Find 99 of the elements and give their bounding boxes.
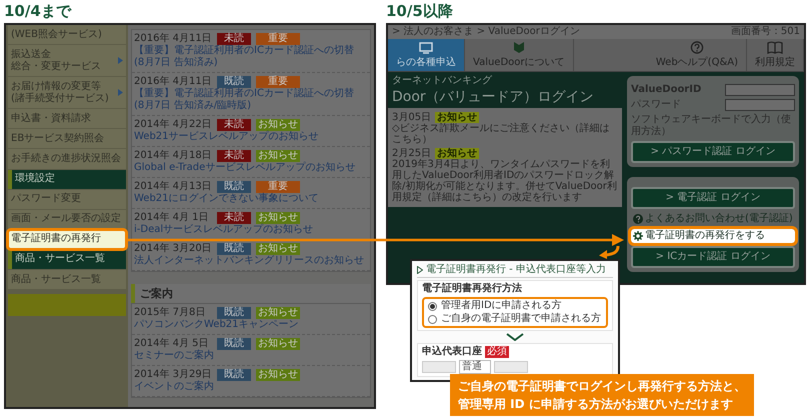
category-badge: お知らせ	[256, 243, 300, 255]
triangle-icon	[118, 57, 123, 64]
news-link[interactable]: 【重要】電子認証利用者のICカード認証への切替	[134, 45, 368, 57]
radio-option[interactable]: 管理者用IDに申請される方	[428, 300, 602, 312]
read-status-badge: 既読	[217, 243, 251, 255]
sidebar-item[interactable]: 画面・メール要否の設定	[8, 210, 126, 229]
sidebar-item[interactable]: EBサービス契約照会	[8, 129, 126, 148]
category-badge: お知らせ	[256, 338, 300, 350]
password-field[interactable]	[725, 99, 795, 111]
form-title: 電子証明書再発行 - 申込代表口座等入力	[417, 264, 613, 278]
screen-number: 画面番号：501	[730, 26, 800, 38]
login-button[interactable]: > ICカード認証 ログイン	[631, 246, 795, 268]
monitor-icon	[419, 42, 433, 54]
news-date: 2014年 4月13日	[134, 181, 212, 193]
news-link[interactable]: イベントのご案内	[134, 381, 368, 393]
read-status-badge: 未読	[217, 33, 251, 45]
help-icon	[690, 41, 704, 54]
news-link[interactable]: Web21にログインできない事象について	[134, 193, 368, 205]
book-icon	[767, 41, 783, 54]
category-badge: お知らせ	[256, 150, 300, 162]
sidebar-item[interactable]: 電子証明書の再発行	[8, 230, 126, 249]
breadcrumb: > 法人のお客さま > ValueDoorログイン	[392, 26, 580, 38]
news-date: 2014年 3月20日	[134, 243, 212, 254]
sidebar-item[interactable]: 申込書・資料請求	[8, 109, 126, 128]
category-badge: 重要	[256, 33, 300, 45]
news-link[interactable]: Global e-Tradeサービスレベルアップのお知らせ	[134, 162, 368, 174]
read-status-badge: 既読	[217, 76, 251, 88]
field-label: 電子証明書再発行方法	[422, 283, 523, 295]
read-status-badge: 未読	[217, 212, 251, 224]
news-link[interactable]: 法人インターネットバンキングリリースのお知らせ	[134, 255, 368, 267]
news-date: 2015年 7月8日	[134, 307, 206, 319]
news-date: 2014年 4月 1日	[134, 212, 210, 224]
news-text: 2019年3月4日より、ワンタイムパスワードを利用したValueDoor利用者IDのパスワードロック解除/初期化が可能となります。併せてValueDoor利用規定（詳細はこちら）の改定を行います	[392, 159, 618, 203]
category-badge: 重要	[256, 181, 300, 193]
news-tag: お知らせ	[435, 148, 480, 159]
section-heading: 10/5以降	[386, 2, 454, 20]
help-icon	[633, 214, 643, 224]
news-link[interactable]: セミナーのご案内	[134, 350, 368, 362]
nav-link[interactable]: 利用規定	[747, 39, 804, 71]
news-date: 2月25日	[392, 148, 432, 159]
nav-link[interactable]: Webヘルプ(Q&A)	[648, 39, 747, 71]
branch-field[interactable]	[422, 361, 456, 373]
sidebar-item[interactable]: 振込送金 総合・変更サービス	[8, 45, 126, 76]
nav-tab[interactable]: ValueDoorについて	[465, 39, 574, 71]
news-date: 2014年 4月 5日	[134, 338, 210, 350]
category-badge: お知らせ	[256, 369, 300, 381]
required-badge: 必須	[485, 346, 509, 358]
news-date: 2016年 4月11日	[134, 76, 212, 88]
radio-option[interactable]: ご自身の電子証明書で申請される方	[428, 313, 602, 325]
sidebar-header: 商品・サービス一覧	[8, 250, 126, 270]
caption-text: 管理専用 ID に申請する方法がお選びいただけます	[458, 396, 734, 413]
read-status-badge: 未読	[217, 119, 251, 131]
sidebar-header: 環境設定	[8, 170, 126, 189]
sidebar-item[interactable]: お届け情報の変更等 (諸手続受付サービス)	[8, 77, 126, 108]
read-status-badge: 未読	[217, 150, 251, 162]
news-link[interactable]: Web21サービスレベルアップのお知らせ	[134, 131, 368, 143]
news-text: ◇ビジネス詐欺メールにご注意ください（詳細はこちら）	[392, 123, 611, 145]
guide-header: ご案内	[131, 284, 371, 303]
read-status-badge: 既読	[217, 338, 251, 350]
hero-subtitle: ターネットバンキング	[392, 75, 493, 87]
sidebar-item[interactable]: 商品・サービス一覧	[8, 270, 126, 290]
id-field[interactable]	[725, 84, 795, 96]
section-heading: 10/4まで	[4, 2, 72, 20]
help-link[interactable]: 電子証明書の再発行をする	[631, 229, 795, 243]
triangle-icon	[118, 89, 123, 96]
news-note: (8月7日 告知済み/臨時版)	[134, 100, 252, 112]
news-date: 2016年 4月11日	[134, 33, 212, 44]
category-badge: お知らせ	[256, 307, 300, 319]
account-type-select[interactable]: 普通	[459, 360, 491, 374]
hero-title: Door（バリュードア）ログイン	[392, 89, 595, 106]
caption-text: ご自身の電子証明書でログインし再発行する方法と、	[458, 378, 746, 395]
news-link[interactable]: 【重要】電子認証利用者のICカード認証への切替	[134, 88, 368, 100]
sidebar-item[interactable]: (WEB照会サービス)	[8, 25, 126, 44]
category-badge: お知らせ	[256, 119, 300, 131]
news-date: 2014年 4月18日	[134, 150, 212, 162]
chevron-down-icon	[506, 333, 524, 341]
news-date: 2014年 3月29日	[134, 369, 212, 380]
sidebar-item[interactable]: お手続きの進捗状況照会	[8, 149, 126, 169]
help-link[interactable]: よくあるお問い合わせ(電子認証)	[631, 212, 795, 226]
read-status-badge: 既読	[217, 181, 251, 193]
news-link[interactable]: パソコンバンクWeb21キャンペーン	[134, 319, 368, 331]
login-button[interactable]: > 電子認証 ログイン	[631, 187, 795, 209]
category-badge: 重要	[256, 76, 300, 88]
news-date: 3月05日	[392, 112, 432, 123]
sidebar-item[interactable]: パスワード変更	[8, 190, 126, 209]
nav-tab[interactable]: らの各種申込	[388, 39, 465, 71]
news-tag: お知らせ	[435, 112, 480, 123]
account-field[interactable]	[494, 361, 528, 373]
curved-arrow	[598, 246, 620, 259]
triangle-icon	[417, 266, 423, 274]
news-link[interactable]: i-Dealサービスレベルアップのお知らせ	[134, 224, 368, 236]
read-status-badge: 既読	[217, 369, 251, 381]
news-note: (8月7日 告知済み)	[134, 57, 219, 69]
field-label: 申込代表口座	[422, 346, 482, 358]
news-date: 2014年 4月22日	[134, 119, 212, 131]
login-button[interactable]: > パスワード認証 ログイン	[631, 141, 795, 163]
category-badge: お知らせ	[256, 212, 300, 224]
gear-icon	[633, 231, 643, 241]
read-status-badge: 既読	[217, 307, 251, 319]
